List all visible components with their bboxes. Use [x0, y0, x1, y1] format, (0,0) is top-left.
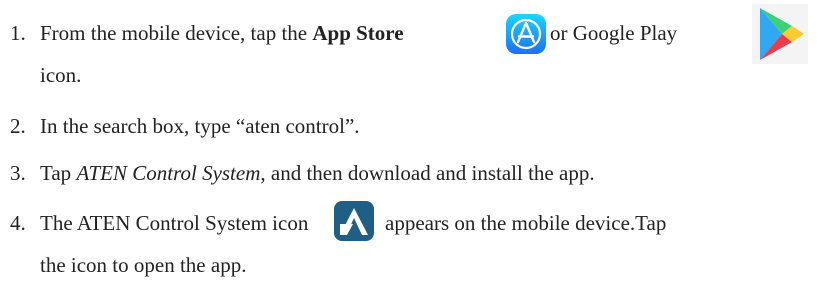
- google-play-icon: [752, 4, 808, 64]
- step-2: 2. In the search box, type “aten control”…: [10, 113, 360, 139]
- step-number: 3.: [10, 161, 26, 185]
- step-text: Tap: [40, 161, 77, 185]
- step-text: From the mobile device, tap the: [40, 21, 313, 45]
- app-name: ATEN Control System: [76, 161, 261, 185]
- step-4-continuation: the icon to open the app.: [40, 253, 247, 277]
- step-text: or Google Play: [550, 21, 678, 45]
- step-1: 1. From the mobile device, tap the App St…: [10, 20, 404, 46]
- step-text: In the search box, type “aten control”.: [40, 114, 360, 138]
- step-3: 3. Tap ATEN Control System, and then down…: [10, 160, 595, 186]
- step-text: appears on the mobile device.Tap: [385, 211, 667, 235]
- step-4: 4. The ATEN Control System icon: [10, 210, 308, 236]
- aten-control-system-icon: [334, 201, 374, 241]
- step-text: , and then download and install the app.: [260, 161, 595, 185]
- step-number: 2.: [10, 114, 26, 138]
- step-number: 1.: [10, 21, 26, 45]
- step-1-tail: or Google Play: [550, 20, 677, 46]
- app-store-label: App Store: [312, 21, 404, 45]
- app-store-icon: [506, 14, 546, 54]
- step-4-tail: appears on the mobile device.Tap: [385, 210, 666, 236]
- step-number: 4.: [10, 211, 26, 235]
- step-text: The ATEN Control System icon: [40, 211, 309, 235]
- step-1-continuation: icon.: [40, 63, 82, 87]
